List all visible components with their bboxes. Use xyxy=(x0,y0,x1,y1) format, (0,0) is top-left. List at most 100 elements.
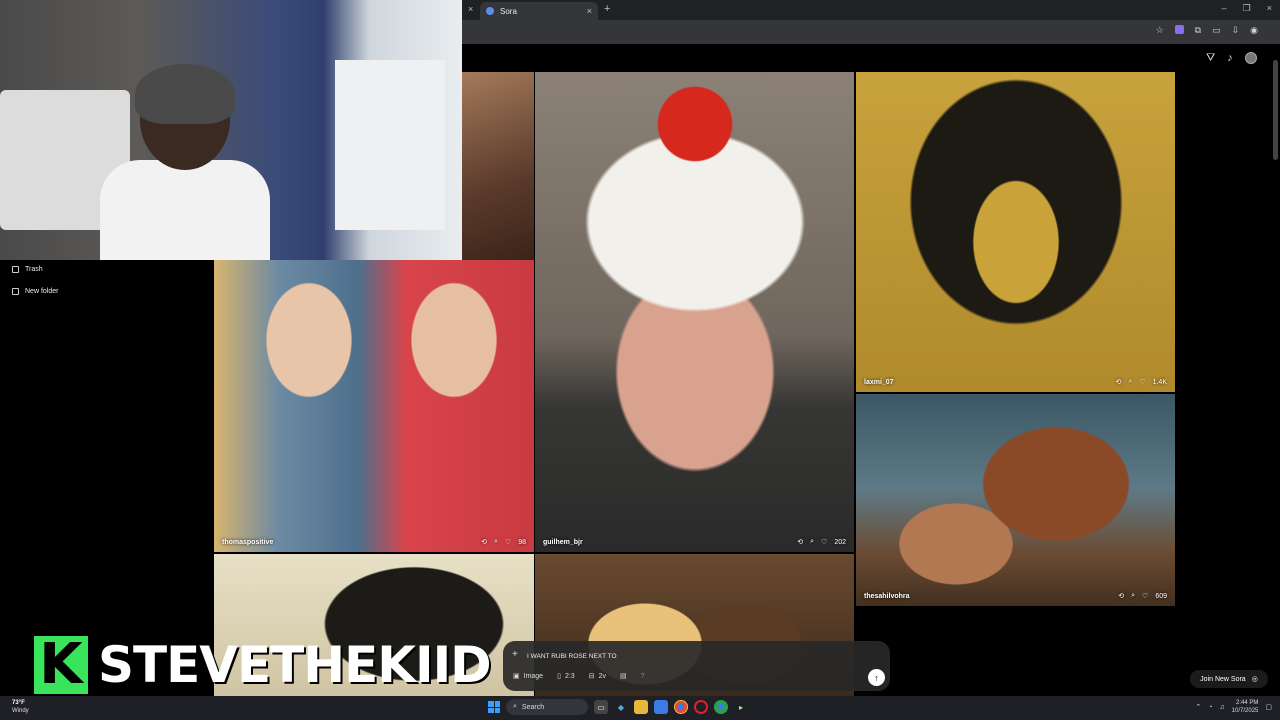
search-icon[interactable]: ⌕ xyxy=(494,538,498,546)
user-avatar[interactable] xyxy=(1244,52,1257,64)
minimize-button[interactable]: – xyxy=(1222,3,1227,14)
help-button[interactable]: ? xyxy=(641,673,645,680)
extension-icon[interactable] xyxy=(1174,25,1184,34)
tile-actions: ⟲ ⌕ ♡ 1.4K xyxy=(1116,378,1167,386)
windows-taskbar: 73°F Windy ⌕ Search ▭ ◆ ▸ ⌃ ◔ ♫ 2:44 PM … xyxy=(0,696,1280,720)
feed-image-chicken-hat-man[interactable]: guilhem_bjr ⟲ ⌕ ♡ 202 xyxy=(535,72,854,552)
terminal-icon[interactable]: ▸ xyxy=(734,700,748,714)
new-tab-button[interactable]: + xyxy=(604,3,610,15)
file-explorer-icon[interactable] xyxy=(634,700,648,714)
streamer-banner: K STEVETHEKIID xyxy=(34,636,492,694)
task-view-icon[interactable]: ▭ xyxy=(594,700,608,714)
feed-image-yellow-portrait[interactable]: laxmi_07 ⟲ ⌕ ♡ 1.4K xyxy=(856,72,1175,392)
search-icon[interactable]: ⌕ xyxy=(810,538,814,546)
tab-label: Sora xyxy=(500,6,517,16)
copilot-icon[interactable]: ◆ xyxy=(614,700,628,714)
tile-meta: thesahilvohra ⟲ ⌕ ♡ 609 xyxy=(864,592,1167,600)
chrome-icon[interactable] xyxy=(674,700,688,714)
clock-time: 2:44 PM xyxy=(1236,700,1259,706)
filter-icon[interactable]: ⛛ xyxy=(1206,52,1215,65)
clock[interactable]: 2:44 PM 10/7/2025 xyxy=(1232,699,1259,715)
search-placeholder: Search xyxy=(521,703,545,711)
sora-top-icons: ⛛ ♪ xyxy=(1206,52,1257,65)
close-window-button[interactable]: × xyxy=(1267,3,1272,14)
variations-selector[interactable]: ⊟ 2v xyxy=(589,672,606,681)
tile-meta: thomaspositive ⟲ ⌕ ♡ 98 xyxy=(222,538,526,546)
downloads-icon[interactable]: ⇩ xyxy=(1232,25,1240,36)
weather-widget[interactable]: 73°F Windy xyxy=(12,699,29,715)
prev-tab-close-icon[interactable]: × xyxy=(468,4,473,14)
webcam-person xyxy=(100,64,280,260)
search-icon[interactable]: ⌕ xyxy=(1128,378,1132,386)
like-count: 202 xyxy=(834,538,846,546)
aspect-label: 2:3 xyxy=(564,672,575,680)
windows-start-icon[interactable] xyxy=(488,701,500,713)
tab-sora[interactable]: Sora × xyxy=(480,2,598,20)
tile-username[interactable]: thomaspositive xyxy=(222,539,481,546)
tile-actions: ⟲ ⌕ ♡ 98 xyxy=(481,538,526,546)
page-scrollbar[interactable] xyxy=(1273,60,1278,160)
remix-icon[interactable]: ⟲ xyxy=(1118,592,1124,600)
browser-tab-strip: × Sora × + – ❐ × xyxy=(462,0,1280,20)
image-icon: ▣ xyxy=(513,673,520,680)
library-sidebar: Trash New folder xyxy=(0,260,214,696)
prompt-input[interactable] xyxy=(527,650,827,662)
split-view-icon[interactable]: ▭ xyxy=(1212,25,1221,36)
arrow-up-icon: ↑ xyxy=(874,672,879,683)
tile-username[interactable]: guilhem_bjr xyxy=(543,539,797,546)
search-icon: ⌕ xyxy=(513,703,517,710)
join-new-sora-button[interactable]: Join New Sora ◎ xyxy=(1190,670,1268,688)
profile-icon[interactable]: ◉ xyxy=(1250,25,1258,36)
sidebar-item-label: New folder xyxy=(25,288,59,295)
feed-image-partial[interactable] xyxy=(462,72,534,260)
remix-icon[interactable]: ⟲ xyxy=(481,538,487,546)
sidebar-item-new-folder[interactable]: New folder xyxy=(12,288,58,295)
like-count: 609 xyxy=(1155,592,1167,600)
feed-image-two-women[interactable]: thomaspositive ⟲ ⌕ ♡ 98 xyxy=(214,260,534,552)
store-icon[interactable] xyxy=(654,700,668,714)
sora-logo-icon: ◎ xyxy=(1251,676,1258,683)
toolbar-icons: ☆ ⧉ ▭ ⇩ ◉ xyxy=(1156,25,1258,36)
heart-icon[interactable]: ♡ xyxy=(505,538,511,546)
taskbar-search[interactable]: ⌕ Search xyxy=(506,699,588,715)
feed-image-sprinter[interactable]: thesahilvohra ⟲ ⌕ ♡ 609 xyxy=(856,394,1175,606)
notification-bell-icon[interactable]: ♪ xyxy=(1227,52,1233,65)
notification-icon[interactable]: ▢ xyxy=(1265,703,1272,711)
remix-icon[interactable]: ⟲ xyxy=(1116,378,1122,386)
tab-close-icon[interactable]: × xyxy=(587,6,592,16)
network-icon[interactable]: ◔ xyxy=(1208,704,1212,711)
bookmark-star-icon[interactable]: ☆ xyxy=(1156,25,1164,36)
presets-button[interactable]: ▤ xyxy=(620,672,627,680)
volume-icon[interactable]: ♫ xyxy=(1219,704,1224,711)
add-attachment-button[interactable]: + xyxy=(512,649,518,660)
heart-icon[interactable]: ♡ xyxy=(1139,378,1145,386)
chrome-alt-icon[interactable] xyxy=(714,700,728,714)
extensions-puzzle-icon[interactable]: ⧉ xyxy=(1195,25,1201,36)
remix-icon[interactable]: ⟲ xyxy=(797,538,803,546)
heart-icon[interactable]: ♡ xyxy=(1142,592,1148,600)
variations-label: 2v xyxy=(598,672,606,680)
webcam-window-unit xyxy=(335,60,445,230)
aspect-ratio-selector[interactable]: ▯ 2:3 xyxy=(557,672,575,681)
tile-meta: guilhem_bjr ⟲ ⌕ ♡ 202 xyxy=(543,538,846,546)
heart-icon[interactable]: ♡ xyxy=(821,538,827,546)
tile-username[interactable]: thesahilvohra xyxy=(864,593,1118,600)
tile-username[interactable]: laxmi_07 xyxy=(864,379,1116,386)
address-bar[interactable]: ☆ ⧉ ▭ ⇩ ◉ xyxy=(462,20,1280,44)
taskbar-apps: ⌕ Search ▭ ◆ ▸ xyxy=(488,699,748,715)
system-tray: ⌃ ◔ ♫ 2:44 PM 10/7/2025 ▢ xyxy=(1195,699,1272,715)
type-label: Image xyxy=(523,672,544,680)
tile-actions: ⟲ ⌕ ♡ 609 xyxy=(1118,592,1167,600)
sora-favicon-icon xyxy=(486,7,494,15)
type-selector[interactable]: ▣ Image xyxy=(513,672,544,681)
screen: × Sora × + – ❐ × ☆ ⧉ ▭ ⇩ ◉ ⛛ ♪ Trash New… xyxy=(0,0,1280,720)
maximize-button[interactable]: ❐ xyxy=(1243,3,1251,14)
tray-chevron-icon[interactable]: ⌃ xyxy=(1195,703,1201,711)
sidebar-item-trash[interactable]: Trash xyxy=(12,266,43,273)
like-count: 1.4K xyxy=(1152,378,1167,386)
opera-icon[interactable] xyxy=(694,700,708,714)
send-button[interactable]: ↑ xyxy=(868,669,885,686)
join-button-label: Join New Sora xyxy=(1200,675,1246,683)
tile-actions: ⟲ ⌕ ♡ 202 xyxy=(797,538,846,546)
search-icon[interactable]: ⌕ xyxy=(1131,592,1135,600)
